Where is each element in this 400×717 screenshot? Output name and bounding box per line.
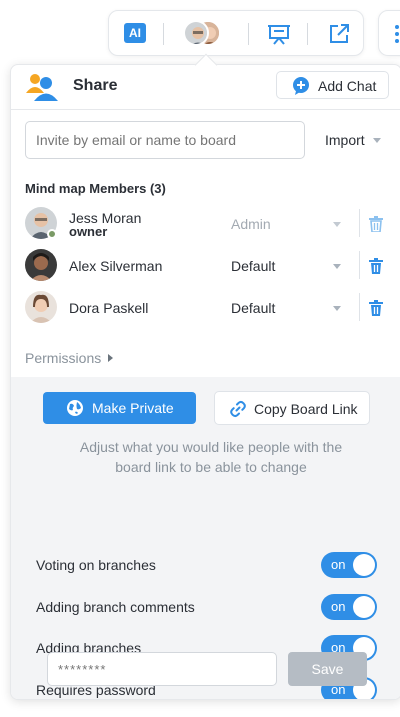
permissions-toggle[interactable]: Permissions xyxy=(25,350,101,366)
avatar xyxy=(183,20,209,46)
add-chat-label: Add Chat xyxy=(318,78,377,94)
make-private-label: Make Private xyxy=(92,400,174,416)
chevron-down-icon[interactable] xyxy=(333,306,341,311)
trash-icon[interactable] xyxy=(369,300,383,316)
adding-branch-comments-toggle[interactable]: on xyxy=(321,594,377,620)
member-permission-select[interactable]: Default xyxy=(231,258,275,274)
chevron-down-icon[interactable] xyxy=(333,264,341,269)
avatar xyxy=(25,249,57,281)
copy-board-link-button[interactable]: Copy Board Link xyxy=(214,391,370,425)
avatar-stack[interactable] xyxy=(183,20,225,48)
chevron-right-icon[interactable] xyxy=(108,354,113,362)
toolbar-divider xyxy=(248,23,249,45)
presentation-icon[interactable] xyxy=(267,22,291,46)
trash-icon[interactable] xyxy=(369,258,383,274)
members-title: Mind map Members (3) xyxy=(25,181,166,196)
ai-button[interactable]: AI xyxy=(124,23,146,43)
copy-board-link-label: Copy Board Link xyxy=(254,401,358,417)
member-permission-select[interactable]: Default xyxy=(231,300,275,316)
share-external-icon[interactable] xyxy=(327,22,351,46)
save-label: Save xyxy=(311,661,344,677)
setting-label: Adding branch comments xyxy=(36,599,195,615)
more-toolbar xyxy=(378,10,400,56)
member-name: Dora Paskell xyxy=(69,300,149,316)
divider xyxy=(359,251,360,279)
invite-input[interactable] xyxy=(25,121,305,159)
make-private-button[interactable]: Make Private xyxy=(43,392,196,424)
member-row: Dora Paskell Default xyxy=(11,291,400,327)
globe-icon xyxy=(67,400,83,416)
password-input[interactable] xyxy=(47,652,277,686)
member-name: Alex Silverman xyxy=(69,258,163,274)
save-password-button[interactable]: Save xyxy=(288,652,367,686)
chevron-down-icon[interactable] xyxy=(373,138,381,143)
divider xyxy=(359,293,360,321)
toggle-knob xyxy=(353,554,375,576)
share-panel: Share Add Chat Import Mind map Members (… xyxy=(10,64,400,700)
avatar xyxy=(25,291,57,323)
toolbar-divider xyxy=(163,23,164,45)
chevron-down-icon xyxy=(333,222,341,227)
users-icon xyxy=(26,74,58,101)
voting-on-branches-toggle[interactable]: on xyxy=(321,552,377,578)
divider xyxy=(359,209,360,237)
chat-plus-icon xyxy=(293,77,309,95)
online-status-indicator xyxy=(47,229,57,239)
toolbar-divider xyxy=(307,23,308,45)
toggle-state: on xyxy=(331,557,346,572)
member-row: Alex Silverman Default xyxy=(11,249,400,285)
adjust-description: Adjust what you would like people with t… xyxy=(79,439,343,475)
trash-icon xyxy=(369,216,383,232)
member-role: owner xyxy=(69,224,108,239)
import-dropdown[interactable]: Import xyxy=(325,132,365,148)
member-row: Jess Moran owner Admin xyxy=(11,207,400,243)
toggle-knob xyxy=(353,596,375,618)
member-permission-select: Admin xyxy=(231,216,271,232)
add-chat-button[interactable]: Add Chat xyxy=(276,71,389,99)
share-title: Share xyxy=(73,77,118,94)
setting-label: Voting on branches xyxy=(36,557,156,573)
kebab-menu-icon[interactable] xyxy=(395,25,399,46)
top-toolbar: AI xyxy=(108,10,364,56)
toggle-state: on xyxy=(331,599,346,614)
link-icon xyxy=(230,400,246,418)
